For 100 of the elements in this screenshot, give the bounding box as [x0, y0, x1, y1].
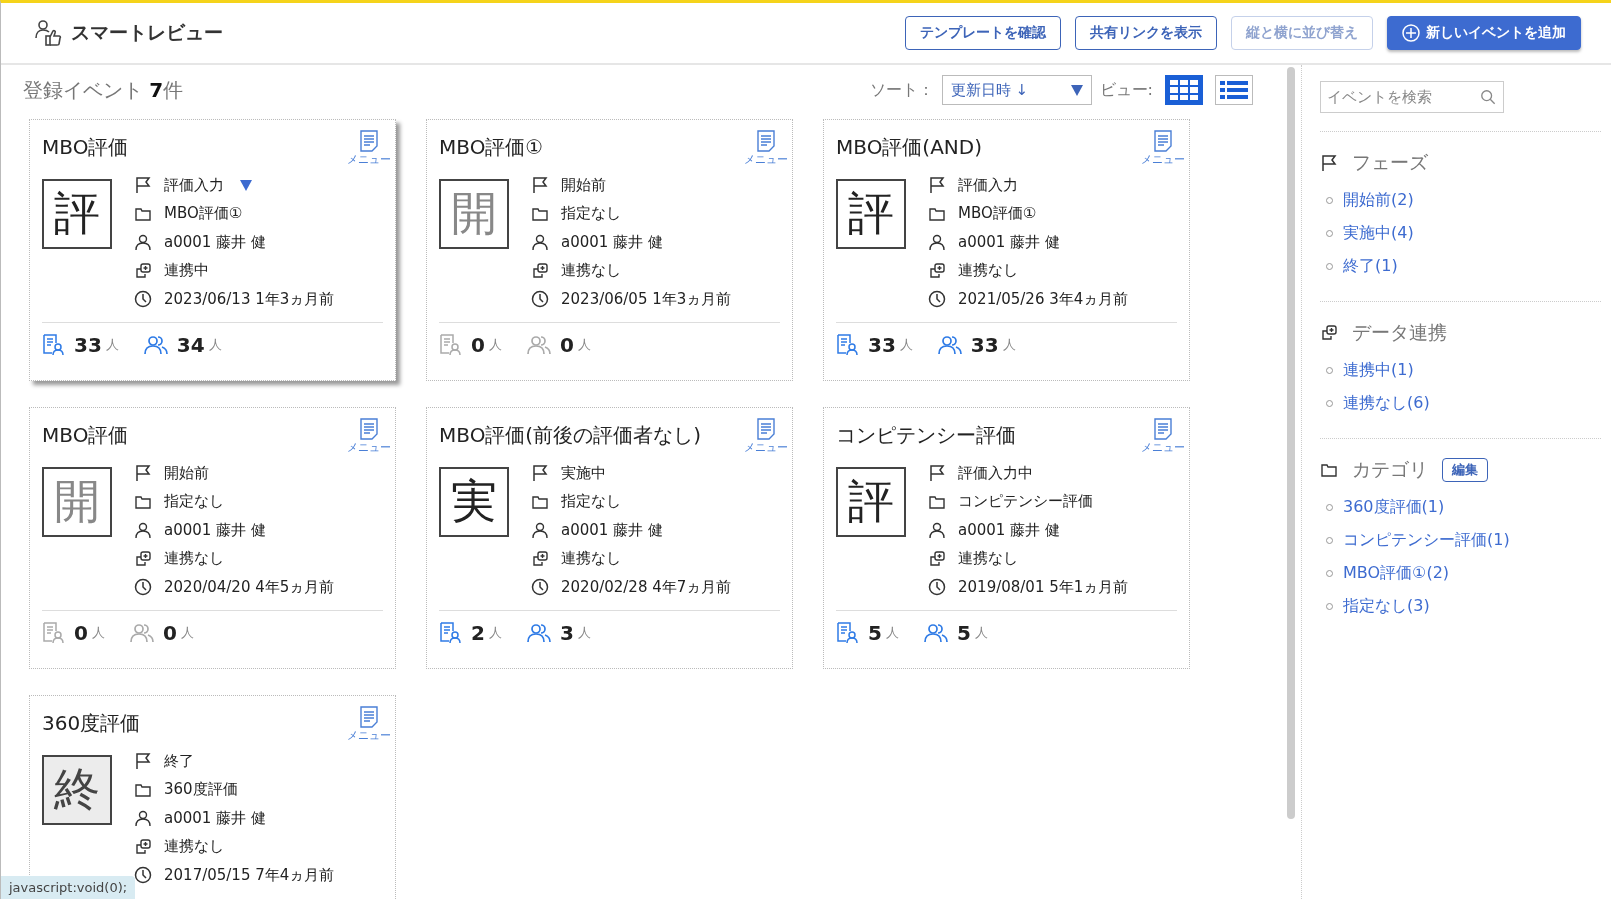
- event-title: MBO評価(AND): [836, 134, 982, 161]
- event-link: 連携なし: [958, 261, 1018, 281]
- phase-dropdown-caret[interactable]: [240, 179, 252, 191]
- flag-icon: [134, 464, 152, 483]
- card-menu-button[interactable]: メニュー: [347, 418, 391, 455]
- count-unit: 人: [488, 623, 502, 642]
- link-icon: [134, 837, 152, 856]
- event-owner: a0001 藤井 健: [958, 232, 1060, 252]
- card-menu-button[interactable]: メニュー: [744, 418, 788, 455]
- app-title: スマートレビュー: [71, 20, 223, 45]
- count-value: 2: [471, 620, 485, 645]
- person-icon: [928, 233, 946, 252]
- clock-icon: [928, 578, 946, 597]
- phase-badge: 評: [42, 179, 112, 249]
- event-link: 連携なし: [561, 549, 621, 569]
- filter-link[interactable]: 指定なし(3): [1343, 596, 1430, 617]
- card-menu-button[interactable]: メニュー: [347, 706, 391, 743]
- flag-icon: [134, 176, 152, 195]
- search-field[interactable]: イベントを検索: [1320, 81, 1504, 113]
- card-menu-button[interactable]: メニュー: [744, 130, 788, 167]
- card-menu-button[interactable]: メニュー: [1141, 418, 1185, 455]
- event-phase: 実施中: [561, 463, 606, 483]
- view-label: ビュー:: [1099, 79, 1153, 101]
- event-phase: 終了: [164, 751, 194, 771]
- header-button[interactable]: テンプレートを確認: [905, 16, 1061, 50]
- document-icon: [1153, 130, 1173, 152]
- filter-link[interactable]: 終了(1): [1343, 256, 1398, 277]
- event-category: 360度評価: [164, 780, 238, 800]
- event-title: MBO評価(前後の評価者なし): [439, 422, 701, 449]
- count-unit: 人: [488, 335, 502, 354]
- document-icon: [359, 130, 379, 152]
- filter-link[interactable]: MBO評価①(2): [1343, 563, 1450, 584]
- count-value: 34: [176, 332, 205, 357]
- event-link: 連携なし: [164, 837, 224, 857]
- event-link: 連携なし: [561, 261, 621, 281]
- filter-link[interactable]: 連携なし(6): [1343, 393, 1430, 414]
- grid-view-button[interactable]: [1165, 75, 1203, 105]
- folder-icon: [1320, 461, 1338, 479]
- count-unit: 人: [577, 335, 591, 354]
- event-category: MBO評価①: [164, 204, 243, 224]
- phase-badge: 評: [836, 179, 906, 249]
- plus-circle-icon: [1402, 24, 1420, 42]
- count-value: 0: [471, 332, 485, 357]
- header-button[interactable]: 共有リンクを表示: [1075, 16, 1217, 50]
- event-phase: 評価入力: [164, 175, 224, 195]
- person-icon: [531, 521, 549, 540]
- count-value: 5: [956, 620, 971, 645]
- section-title: データ連携: [1352, 320, 1447, 345]
- event-category: 指定なし: [164, 492, 224, 512]
- list-view-button[interactable]: [1215, 75, 1253, 105]
- card-menu-button[interactable]: メニュー: [1141, 130, 1185, 167]
- filter-link[interactable]: 実施中(4): [1343, 223, 1414, 244]
- count-value: 33: [970, 332, 999, 357]
- event-phase: 評価入力: [958, 175, 1018, 195]
- link-icon: [134, 549, 152, 568]
- event-date: 2021/05/26 3年4ヵ月前: [958, 289, 1129, 309]
- count-value: 5: [868, 620, 882, 645]
- count-value: 0: [162, 620, 177, 645]
- card-menu-button[interactable]: メニュー: [347, 130, 391, 167]
- scrollbar[interactable]: [1287, 67, 1295, 819]
- count-unit: 人: [180, 623, 194, 642]
- event-title: 360度評価: [42, 710, 141, 737]
- filter-link[interactable]: 開始前(2): [1343, 190, 1414, 211]
- sort-select[interactable]: 更新日時 ↓: [941, 75, 1092, 105]
- edit-button[interactable]: 編集: [1442, 458, 1488, 482]
- event-link: 連携なし: [958, 549, 1018, 569]
- event-date: 2017/05/15 7年4ヵ月前: [164, 865, 335, 885]
- event-date: 2019/08/01 5年1ヵ月前: [958, 577, 1129, 597]
- clock-icon: [134, 290, 152, 309]
- event-date: 2023/06/05 1年3ヵ月前: [561, 289, 732, 309]
- section-title: フェーズ: [1352, 150, 1428, 175]
- count-value: 0: [559, 332, 574, 357]
- clock-icon: [134, 866, 152, 885]
- link-icon: [134, 261, 152, 280]
- filter-link[interactable]: コンピテンシー評価(1): [1343, 530, 1510, 551]
- event-owner: a0001 藤井 健: [164, 232, 266, 252]
- flag-icon: [531, 464, 549, 483]
- filter-link[interactable]: 連携中(1): [1343, 360, 1414, 381]
- count-unit: 人: [974, 623, 988, 642]
- clock-icon: [531, 290, 549, 309]
- person-icon: [134, 521, 152, 540]
- event-title: MBO評価: [42, 422, 129, 449]
- count-value: 0: [74, 620, 88, 645]
- sort-label: ソート：: [869, 79, 934, 101]
- filter-link[interactable]: 360度評価(1): [1343, 497, 1445, 518]
- event-date: 2023/06/13 1年3ヵ月前: [164, 289, 335, 309]
- clock-icon: [928, 290, 946, 309]
- event-owner: a0001 藤井 健: [561, 520, 663, 540]
- link-icon: [531, 549, 549, 568]
- event-category: 指定なし: [561, 492, 621, 512]
- person-icon: [928, 521, 946, 540]
- phase-badge: 開: [439, 179, 509, 249]
- count-value: 3: [559, 620, 574, 645]
- flag-icon: [134, 752, 152, 771]
- event-owner: a0001 藤井 健: [958, 520, 1060, 540]
- event-date: 2020/02/28 4年7ヵ月前: [561, 577, 732, 597]
- link-icon: [928, 261, 946, 280]
- add-event-button[interactable]: 新しいイベントを追加: [1387, 16, 1581, 50]
- phase-badge: 実: [439, 467, 509, 537]
- event-link: 連携中: [164, 261, 209, 281]
